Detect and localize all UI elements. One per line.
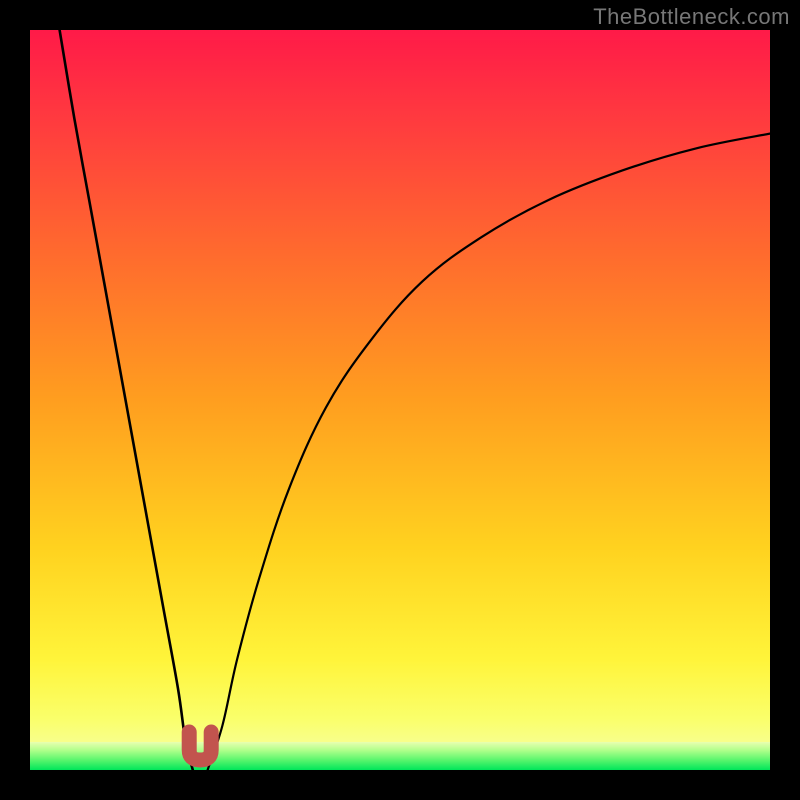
gradient-background	[30, 30, 770, 770]
bottleneck-chart	[30, 30, 770, 770]
attribution-text: TheBottleneck.com	[593, 4, 790, 30]
green-band	[30, 742, 770, 770]
chart-frame: TheBottleneck.com	[0, 0, 800, 800]
